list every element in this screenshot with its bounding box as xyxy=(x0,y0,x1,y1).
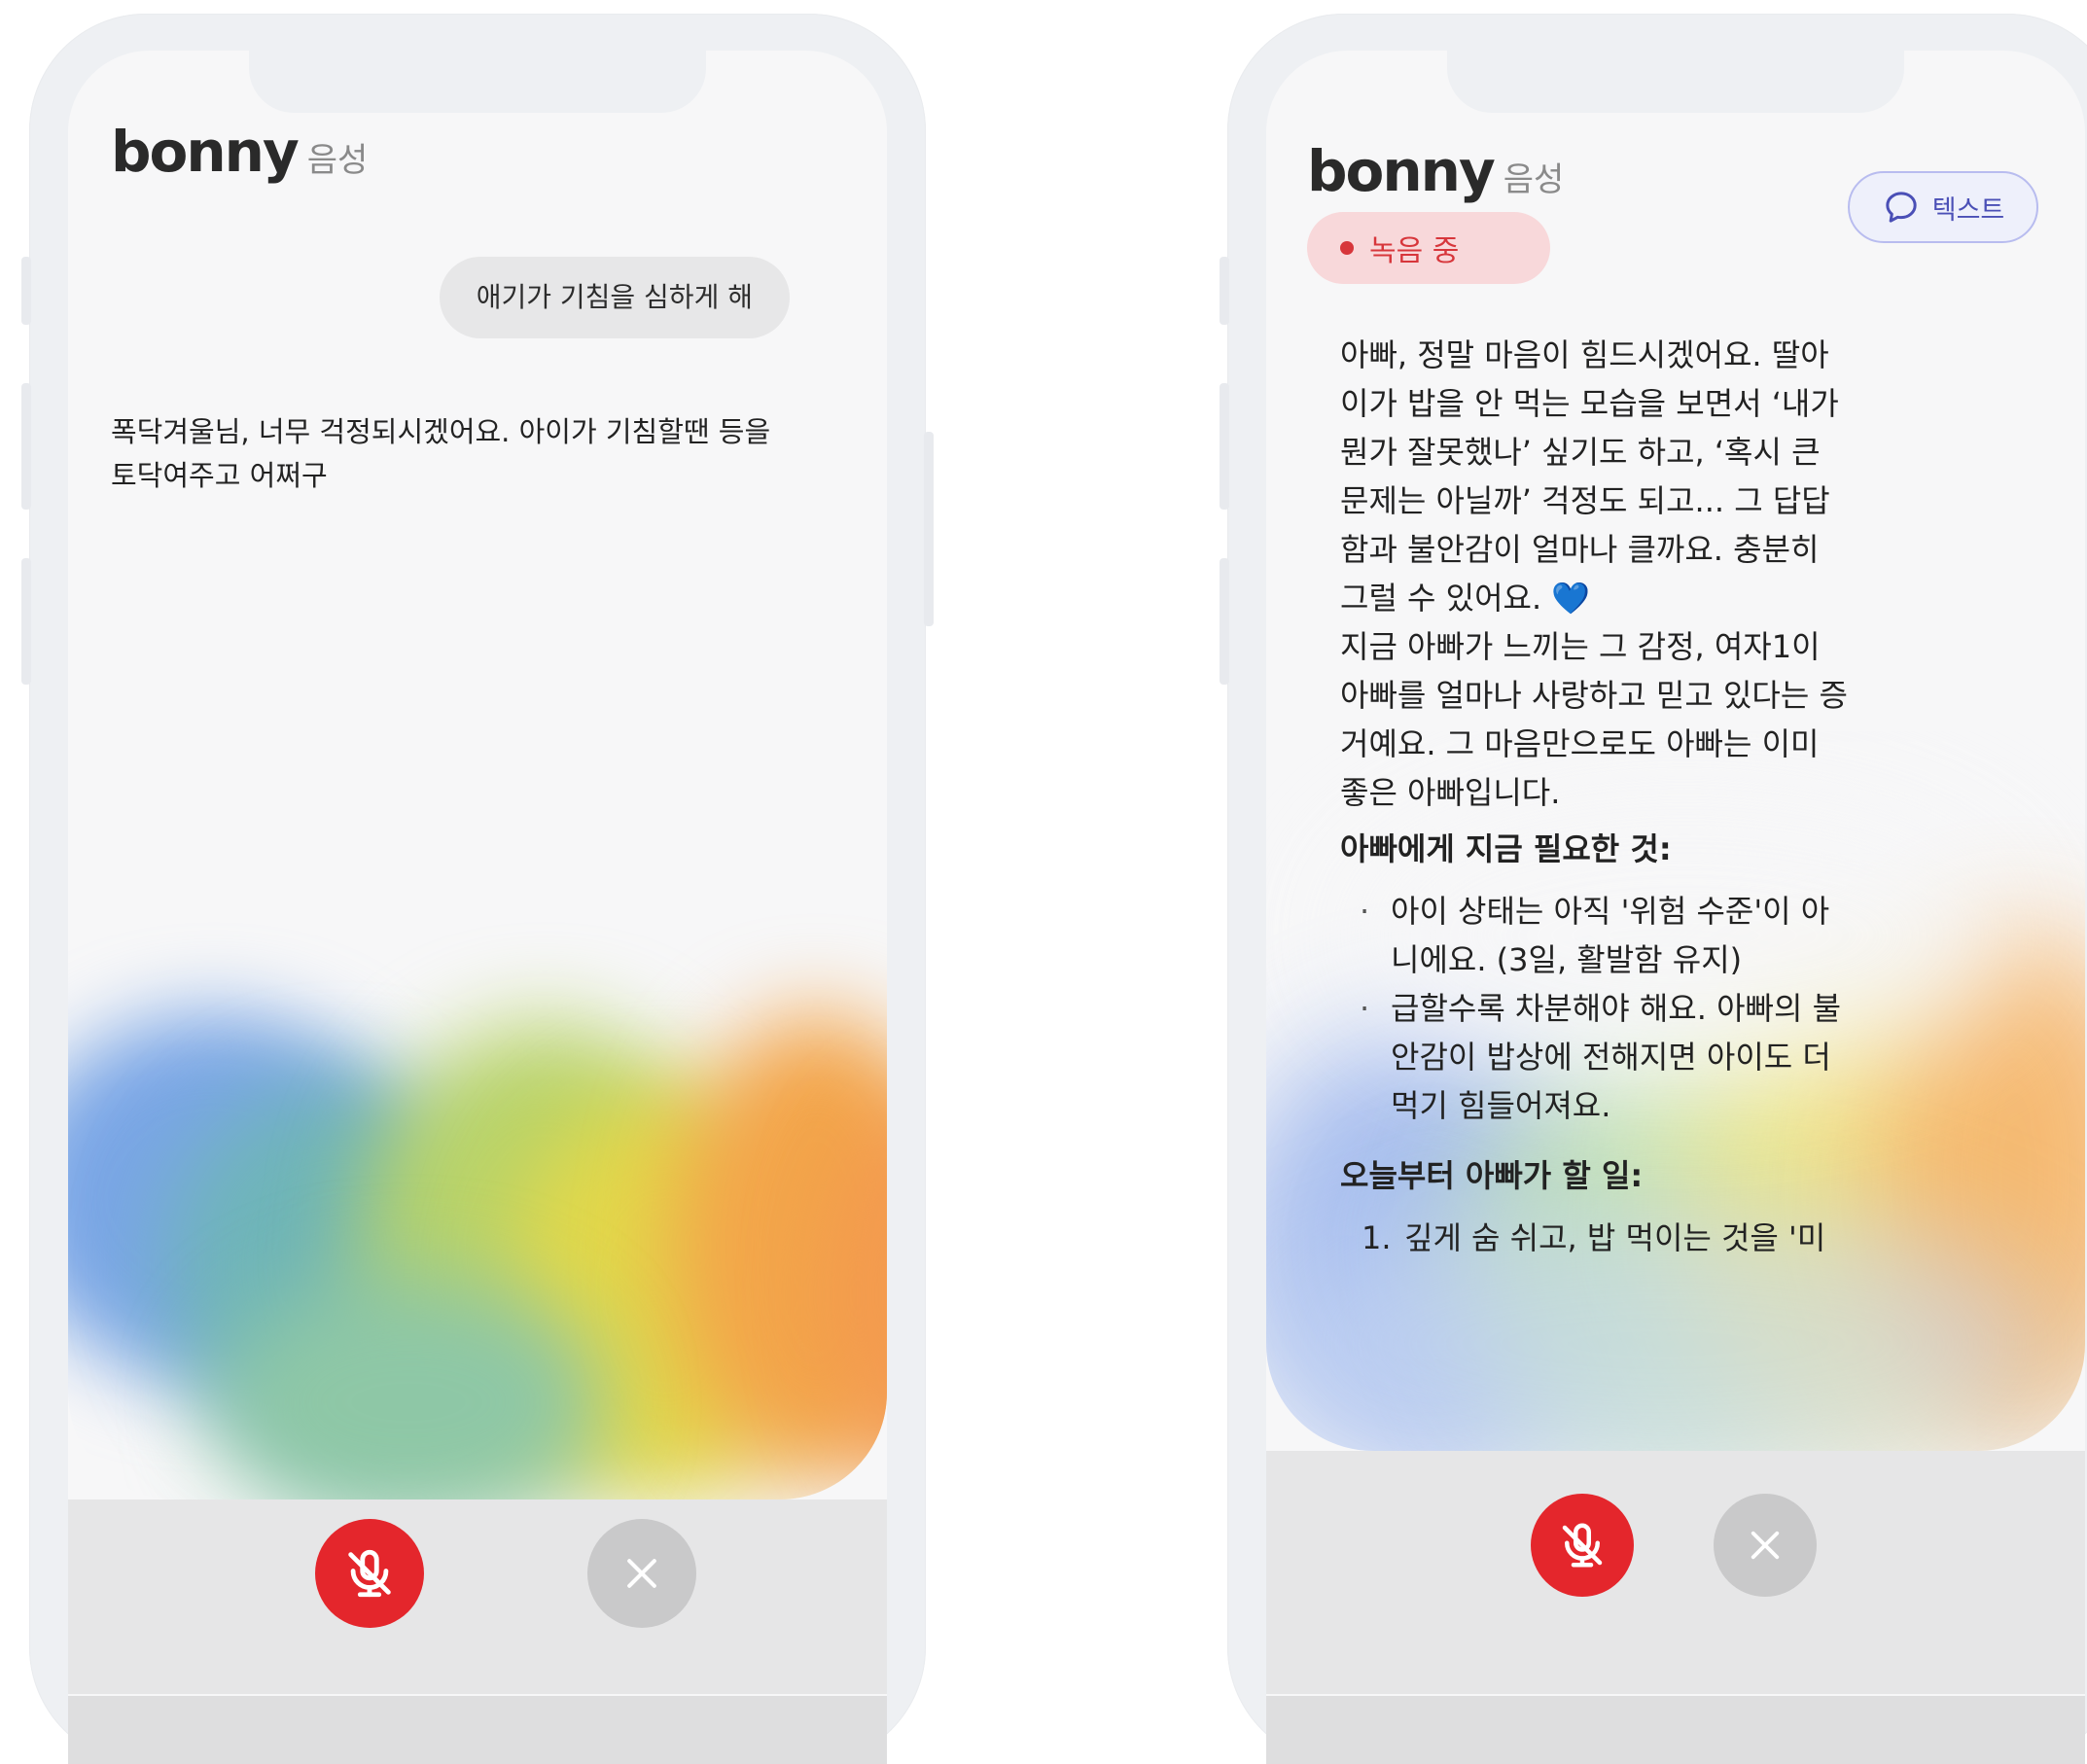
reply-line: 뭔가 잘못했나’ 싶기도 하고, ‘혹시 큰 xyxy=(1340,434,1821,471)
brand: bonny 음성 xyxy=(1307,138,1564,204)
phone-frame-left: bonny 음성 애기가 기침을 심하게 해 폭닥겨울님, 너무 걱정되시겠어요… xyxy=(21,14,934,1764)
side-button xyxy=(21,383,31,510)
assistant-message-line: 폭닥겨울님, 너무 걱정되시겠어요. 아이가 기침할땐 등을 xyxy=(111,415,771,448)
list-item-line: 아이 상태는 아직 '위험 수준'이 아 xyxy=(1391,893,1830,930)
side-button xyxy=(924,432,934,626)
recording-status-badge: 녹음 중 xyxy=(1307,212,1550,284)
phone-frame-right: bonny 음성 녹음 중 텍스트 아빠, 정말 마음이 힘드시겠어요. 딸아 … xyxy=(1220,14,2087,1764)
bonny-logo: bonny xyxy=(1307,138,1496,204)
reply-bullet-list: 아이 상태는 아직 '위험 수준'이 아 니에요. (3일, 활발함 유지) 급… xyxy=(1340,887,2021,1130)
reply-line: 이가 밥을 안 먹는 모습을 보면서 ‘내가 xyxy=(1340,385,1839,422)
close-icon xyxy=(627,1559,656,1588)
list-item-line: 급할수록 차분해야 해요. 아빠의 불 xyxy=(1391,990,1842,1027)
reply-line: 아빠, 정말 마음이 힘드시겠어요. 딸아 xyxy=(1340,336,1829,373)
step-text: 깊게 숨 쉬고, 밥 먹이는 것을 '미 xyxy=(1404,1219,1826,1256)
notch xyxy=(1447,51,1904,113)
voice-mode-label: 음성 xyxy=(306,141,369,180)
voice-visualizer xyxy=(68,906,887,1499)
user-message-bubble: 애기가 기침을 심하게 해 xyxy=(439,257,790,338)
home-indicator-area xyxy=(68,1696,887,1764)
chat-bubble-icon xyxy=(1886,192,1917,223)
side-button xyxy=(1220,383,1229,510)
bonny-logo: bonny xyxy=(111,119,300,185)
reply-line: 좋은 아빠입니다. xyxy=(1340,774,1561,811)
reply-line: 거예요. 그 마음만으로도 아빠는 이미 xyxy=(1340,725,1820,762)
list-item-line: 니에요. (3일, 활발함 유지) xyxy=(1391,941,1743,978)
voice-mode-label: 음성 xyxy=(1503,160,1565,199)
assistant-message-line: 토닥여주고 어쩌구 xyxy=(111,459,328,492)
side-button xyxy=(1220,558,1229,685)
reply-line: 지금 아빠가 느끼는 그 감정, 여자1이 xyxy=(1340,628,1821,665)
recording-dot-icon xyxy=(1340,241,1354,255)
reply-line: 문제는 아닐까’ 걱정도 되고... 그 답답 xyxy=(1340,482,1830,519)
reply-heading: 아빠에게 지금 필요한 것: xyxy=(1340,830,1672,867)
list-item: 아이 상태는 아직 '위험 수준'이 아 니에요. (3일, 활발함 유지) xyxy=(1340,887,2021,984)
list-item-line: 먹기 힘들어져요. xyxy=(1391,1087,1611,1124)
reply-step-list: 1. 깊게 숨 쉬고, 밥 먹이는 것을 '미 xyxy=(1340,1214,2021,1262)
list-item: 급할수록 차분해야 해요. 아빠의 불 안감이 밥상에 전해지면 아이도 더 먹… xyxy=(1340,984,2021,1130)
reply-line-text: 그럴 수 있어요. xyxy=(1340,580,1542,617)
controls-band xyxy=(68,1499,887,1694)
controls-band xyxy=(1266,1451,2085,1694)
side-button xyxy=(21,257,31,325)
home-indicator-area xyxy=(1266,1696,2085,1764)
voice-screen-right: bonny 음성 녹음 중 텍스트 아빠, 정말 마음이 힘드시겠어요. 딸아 … xyxy=(1266,51,2085,1764)
side-button xyxy=(21,558,31,685)
reply-heading: 오늘부터 아빠가 할 일: xyxy=(1340,1157,1644,1194)
mic-off-icon xyxy=(1562,1523,1603,1568)
brand: bonny 음성 xyxy=(111,119,368,185)
blue-heart-icon: 💙 xyxy=(1551,580,1591,617)
step-number: 1. xyxy=(1362,1219,1392,1256)
text-mode-button[interactable]: 텍스트 xyxy=(1848,171,2038,243)
close-icon xyxy=(1751,1531,1780,1560)
mic-off-icon xyxy=(348,1549,391,1598)
reply-line: 함과 불안감이 얼마나 클까요. 충분히 xyxy=(1340,531,1820,568)
list-item-line: 안감이 밥상에 전해지면 아이도 더 xyxy=(1391,1039,1831,1076)
voice-screen-left: bonny 음성 애기가 기침을 심하게 해 폭닥겨울님, 너무 걱정되시겠어요… xyxy=(68,51,887,1764)
mute-mic-button[interactable] xyxy=(1531,1494,1634,1597)
text-mode-label: 텍스트 xyxy=(1931,194,2005,226)
reply-line: 아빠를 얼마나 사랑하고 믿고 있다는 증 xyxy=(1340,677,1848,714)
side-button xyxy=(1220,257,1229,325)
reply-line: 그럴 수 있어요. 💙 xyxy=(1340,574,2021,622)
assistant-message: 폭닥겨울님, 너무 걱정되시겠어요. 아이가 기침할땐 등을 토닥여주고 어쩌구 xyxy=(111,410,811,498)
list-item: 1. 깊게 숨 쉬고, 밥 먹이는 것을 '미 xyxy=(1340,1214,2021,1262)
mute-mic-button[interactable] xyxy=(315,1519,424,1628)
close-voice-button[interactable] xyxy=(1714,1494,1817,1597)
recording-status-label: 녹음 중 xyxy=(1369,234,1460,268)
notch xyxy=(249,51,706,113)
assistant-reply: 아빠, 정말 마음이 힘드시겠어요. 딸아 이가 밥을 안 먹는 모습을 보면서… xyxy=(1340,331,2021,1262)
close-voice-button[interactable] xyxy=(587,1519,696,1628)
